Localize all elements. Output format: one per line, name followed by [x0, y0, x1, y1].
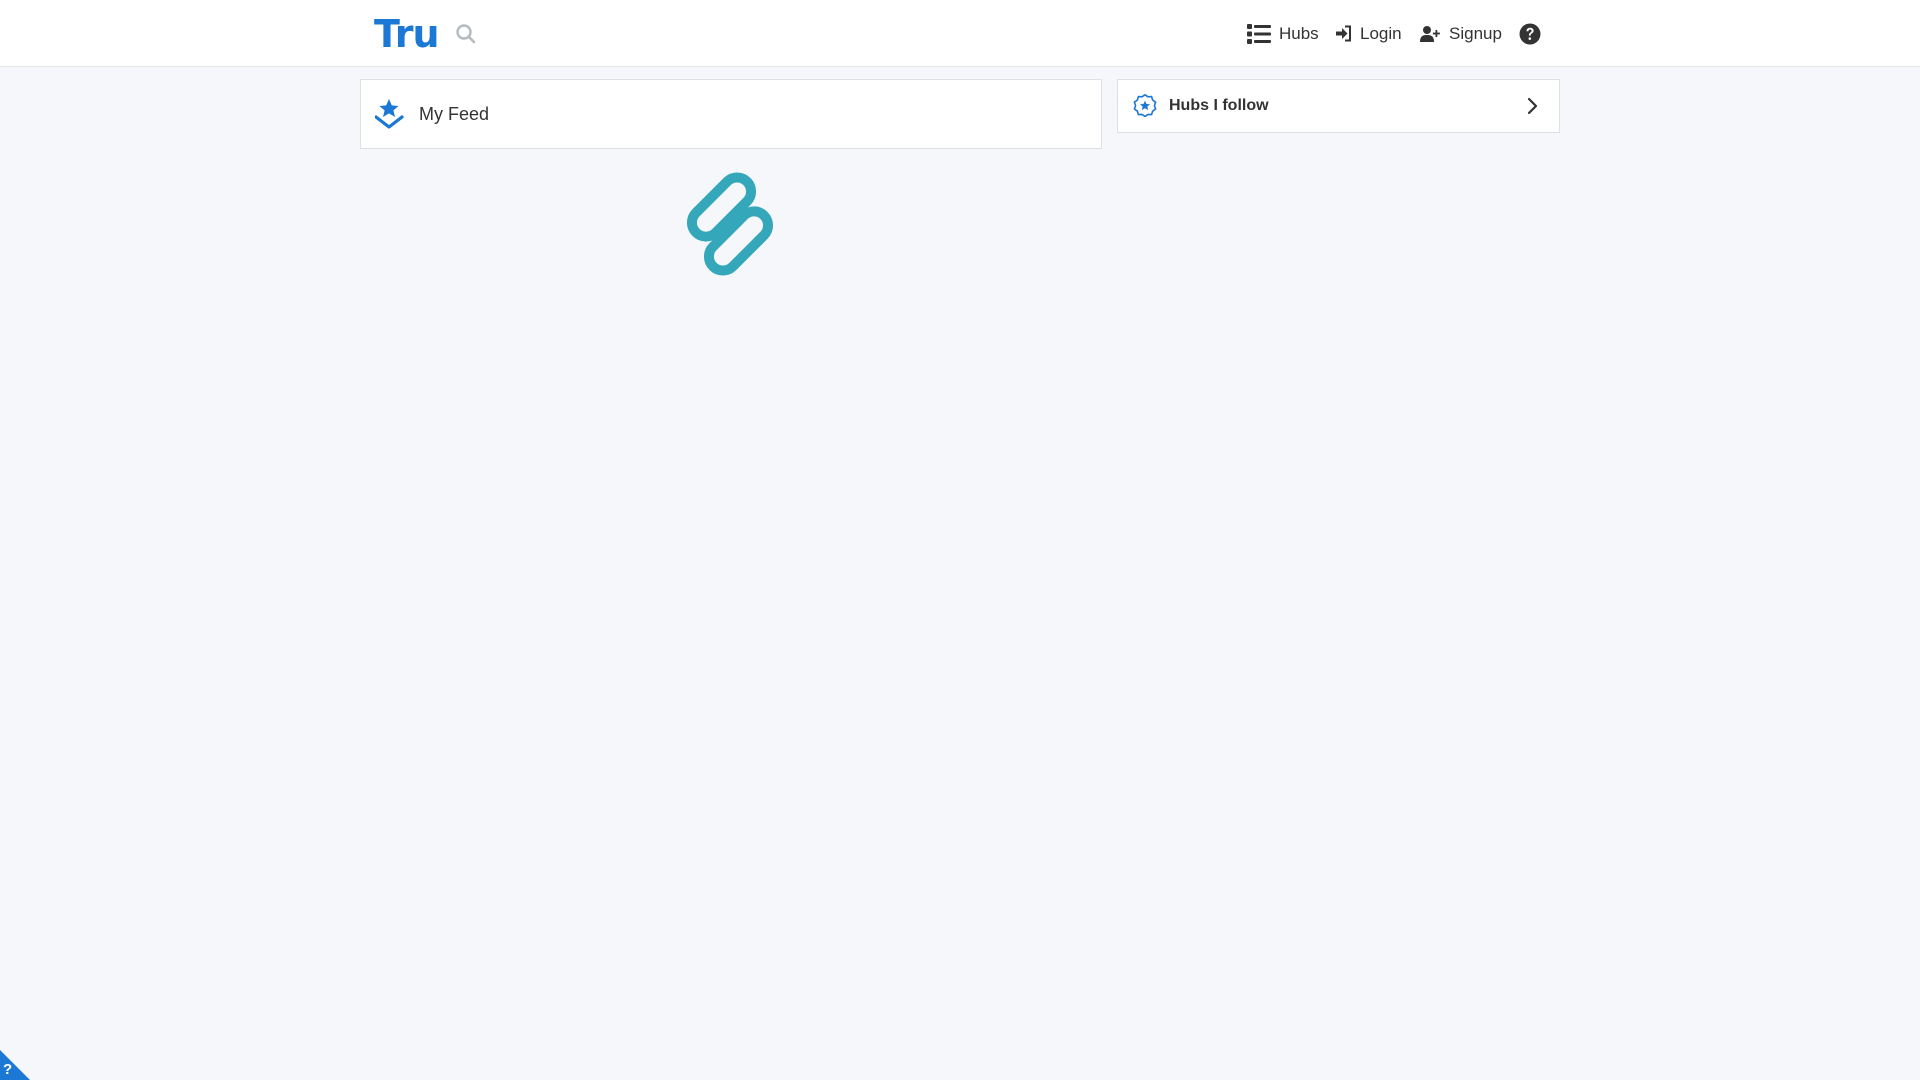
user-plus-icon — [1420, 25, 1440, 42]
list-icon — [1247, 23, 1271, 44]
nav-signup-link[interactable]: Signup — [1420, 0, 1502, 67]
corner-help-label: ? — [3, 1061, 13, 1078]
nav-hubs-label: Hubs — [1279, 23, 1319, 43]
star-download-icon — [375, 99, 404, 129]
top-navbar: Tru Hubs Login Signup — [0, 0, 1920, 67]
hubs-i-follow-title: Hubs I follow — [1169, 97, 1269, 114]
my-feed-title: My Feed — [419, 103, 490, 124]
tru-logo[interactable]: Tru — [374, 14, 440, 54]
help-button[interactable] — [1519, 0, 1549, 67]
question-circle-icon — [1519, 23, 1541, 44]
chain-link-spinner-icon — [686, 172, 774, 276]
search-icon[interactable] — [455, 23, 477, 45]
star-badge-icon — [1133, 94, 1157, 118]
nav-hubs-link[interactable]: Hubs — [1247, 0, 1319, 67]
corner-help-button[interactable]: ? — [0, 1050, 30, 1080]
nav-login-label: Login — [1360, 23, 1402, 43]
hubs-i-follow-card[interactable]: Hubs I follow — [1117, 79, 1560, 133]
nav-signup-label: Signup — [1449, 23, 1502, 43]
chevron-right-icon — [1527, 97, 1538, 115]
nav-login-link[interactable]: Login — [1335, 0, 1402, 67]
my-feed-card: My Feed — [360, 79, 1102, 149]
sign-in-icon — [1336, 25, 1351, 42]
